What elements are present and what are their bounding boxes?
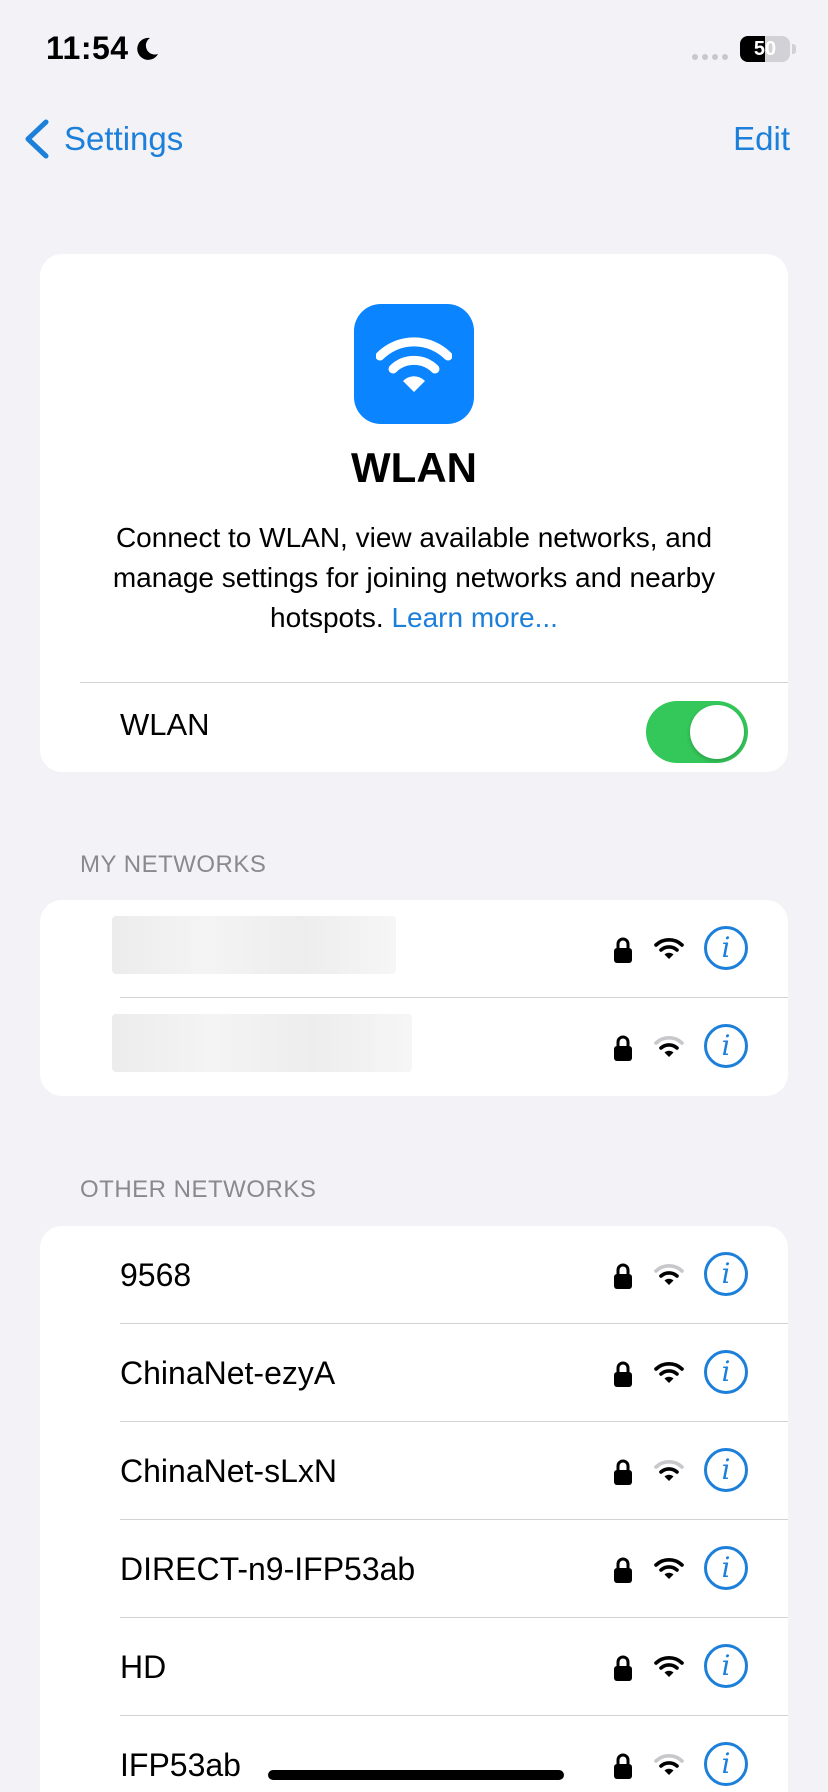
lock-icon xyxy=(613,936,633,964)
battery-percent: 50 xyxy=(753,38,777,60)
navigation-bar: Settings Edit xyxy=(0,110,828,170)
other-network-row[interactable]: HD i xyxy=(40,1618,788,1716)
lock-icon xyxy=(613,1262,633,1290)
edit-button[interactable]: Edit xyxy=(733,120,790,158)
wlan-toggle-label: WLAN xyxy=(120,707,210,742)
network-name: DIRECT-n9-IFP53ab xyxy=(120,1551,416,1587)
lock-icon xyxy=(613,1654,633,1682)
info-icon[interactable]: i xyxy=(704,1350,748,1394)
lock-icon xyxy=(613,1458,633,1486)
redacted-network-name xyxy=(112,916,396,974)
wifi-signal-icon xyxy=(654,1556,684,1580)
wlan-toggle-row: WLAN xyxy=(40,683,788,772)
other-network-row[interactable]: DIRECT-n9-IFP53ab i xyxy=(40,1520,788,1618)
network-name: IFP53ab xyxy=(120,1747,241,1783)
learn-more-link[interactable]: Learn more... xyxy=(391,602,558,633)
lock-icon xyxy=(613,1034,633,1062)
wlan-settings-page: 11:54 50 Settings Edit WLAN Connect to W… xyxy=(0,0,828,1792)
back-button[interactable]: Settings xyxy=(22,118,183,160)
cellular-signal-icon xyxy=(692,54,728,60)
wifi-signal-icon xyxy=(654,1654,684,1678)
other-networks-list: 9568 i ChinaNet-ezyA i ChinaNet-sLxN i DIRECT-… xyxy=(40,1226,788,1792)
lock-icon xyxy=(613,1556,633,1584)
wifi-icon xyxy=(376,337,452,392)
wlan-app-icon xyxy=(354,304,474,424)
wifi-signal-icon xyxy=(654,936,684,960)
network-name: 9568 xyxy=(120,1257,192,1293)
other-network-row[interactable]: IFP53ab i xyxy=(40,1716,788,1792)
info-icon[interactable]: i xyxy=(704,1252,748,1296)
back-button-label: Settings xyxy=(64,120,184,157)
wifi-signal-icon xyxy=(654,1262,684,1286)
other-network-row[interactable]: ChinaNet-sLxN i xyxy=(40,1422,788,1520)
info-icon[interactable]: i xyxy=(704,926,748,970)
my-network-row[interactable]: i xyxy=(40,900,788,998)
my-networks-header: MY NETWORKS xyxy=(80,851,267,878)
wlan-hero-card: WLAN Connect to WLAN, view available net… xyxy=(40,254,788,772)
status-bar: 11:54 50 xyxy=(0,0,828,100)
wlan-toggle-switch[interactable] xyxy=(646,701,748,763)
wifi-signal-icon xyxy=(654,1752,684,1776)
other-network-row[interactable]: 9568 i xyxy=(40,1226,788,1324)
info-icon[interactable]: i xyxy=(704,1024,748,1068)
lock-icon xyxy=(613,1752,633,1780)
redacted-network-name xyxy=(112,1014,412,1072)
other-network-row[interactable]: ChinaNet-ezyA i xyxy=(40,1324,788,1422)
battery-icon: 50 xyxy=(740,36,790,62)
other-networks-header: OTHER NETWORKS xyxy=(80,1176,317,1203)
battery-cap xyxy=(792,44,796,54)
network-name: HD xyxy=(120,1649,167,1685)
chevron-left-icon xyxy=(25,119,49,159)
info-icon[interactable]: i xyxy=(704,1546,748,1590)
info-icon[interactable]: i xyxy=(704,1644,748,1688)
my-networks-list: ii xyxy=(40,900,788,1096)
info-icon[interactable]: i xyxy=(704,1742,748,1786)
wifi-signal-icon xyxy=(654,1034,684,1058)
home-indicator xyxy=(268,1770,564,1780)
hero-description: Connect to WLAN, view available networks… xyxy=(70,518,758,638)
network-name: ChinaNet-sLxN xyxy=(120,1453,337,1489)
moon-icon xyxy=(137,37,158,60)
network-name: ChinaNet-ezyA xyxy=(120,1355,336,1391)
lock-icon xyxy=(613,1360,633,1388)
info-icon[interactable]: i xyxy=(704,1448,748,1492)
wifi-signal-icon xyxy=(654,1360,684,1384)
hero-title: WLAN xyxy=(351,444,477,491)
my-network-row[interactable]: i xyxy=(40,998,788,1096)
status-time: 11:54 xyxy=(46,30,129,66)
wifi-signal-icon xyxy=(654,1458,684,1482)
